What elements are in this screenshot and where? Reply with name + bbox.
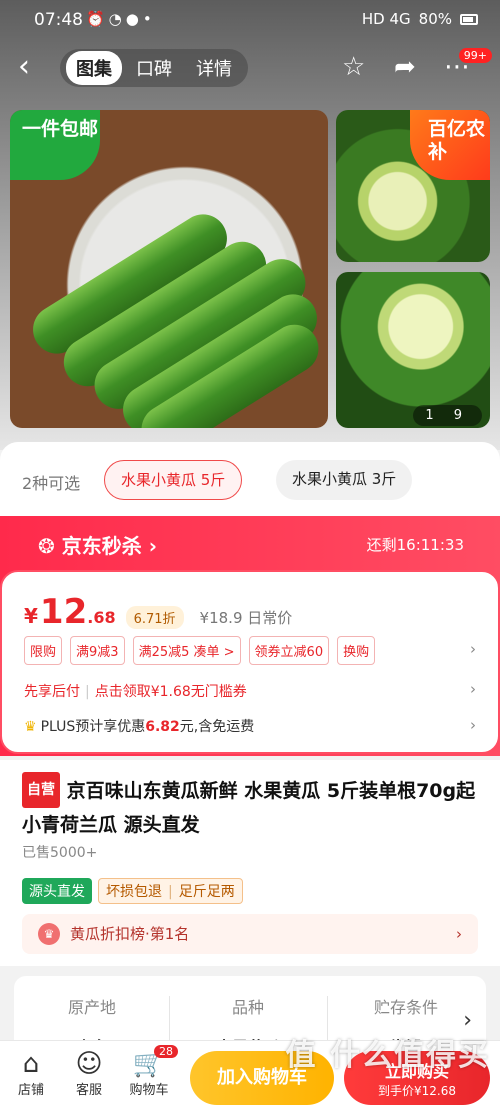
cart-count-badge: 28 bbox=[154, 1045, 178, 1058]
source-direct-tag: 源头直发 bbox=[22, 878, 92, 904]
product-title-text: 京百味山东黄瓜新鲜 水果黄瓜 5斤装单根70g起小青荷兰瓜 源头直发 bbox=[22, 780, 476, 836]
guarantee-text-2: 足斤足两 bbox=[178, 884, 235, 900]
service-label: 客服 bbox=[75, 1083, 102, 1098]
price-row: ¥ 12 .68 6.71折 ¥18.9 日常价 bbox=[24, 592, 292, 632]
service-tags: 源头直发 坏损包退 | 足斤足两 bbox=[22, 878, 243, 904]
shop-button[interactable]: ⌂ 店铺 bbox=[6, 1049, 56, 1098]
promo-tag[interactable]: 满9减3 bbox=[70, 636, 125, 665]
ranking-text: 黄瓜折扣榜·第1名 bbox=[70, 925, 190, 943]
back-arrow-icon[interactable]: ‹ bbox=[18, 52, 50, 84]
chevron-right-icon: › bbox=[456, 925, 462, 943]
shop-label: 店铺 bbox=[17, 1083, 44, 1098]
plus-suffix: 元,含免运费 bbox=[179, 719, 255, 735]
watermark: 值 什么值得买 bbox=[285, 1038, 490, 1073]
promo-tags[interactable]: 限购 满9减3 满25减5 凑单 > 领券立减60 换购 bbox=[24, 636, 376, 665]
sold-count: 已售5000+ bbox=[22, 845, 98, 861]
discount-badge: 6.71折 bbox=[125, 606, 184, 629]
plus-prefix: PLUS预计享优惠 bbox=[40, 719, 146, 735]
star-favorite-icon[interactable]: ☆ bbox=[342, 52, 365, 82]
coupon-claim-text: 点击领取¥1.68无门槛券 bbox=[94, 684, 247, 700]
tab-gallery[interactable]: 图集 bbox=[66, 51, 122, 85]
attr-key: 品种 bbox=[231, 998, 264, 1017]
chevron-right-icon[interactable]: › bbox=[470, 716, 476, 734]
status-time: 07:48 bbox=[34, 10, 83, 30]
plus-amount: 6.82 bbox=[145, 719, 180, 735]
buy-now-price: 到手价¥12.68 bbox=[378, 1084, 456, 1098]
guarantee-text-1: 坏损包退 bbox=[106, 884, 162, 900]
chevron-right-icon[interactable]: › bbox=[470, 640, 476, 658]
nav-tab-group: 图集 口碑 详情 bbox=[60, 49, 248, 87]
share-arrow-icon[interactable]: ➦ bbox=[394, 52, 416, 82]
variant-option-5jin[interactable]: 水果小黄瓜 5斤 bbox=[104, 460, 243, 500]
service-button[interactable]: ☺ 客服 bbox=[64, 1049, 114, 1098]
flash-logo-icon: ❂ bbox=[38, 534, 55, 558]
product-info: 自营 京百味山东黄瓜新鲜 水果黄瓜 5斤装单根70g起小青荷兰瓜 源头直发 已售… bbox=[0, 760, 500, 966]
variant-selector: 2种可选 水果小黄瓜 5斤 水果小黄瓜 3斤 bbox=[0, 442, 500, 518]
chevron-right-icon: › bbox=[148, 534, 157, 558]
shop-icon: ⌂ bbox=[22, 1049, 40, 1079]
free-shipping-tag: 一件包邮 bbox=[10, 110, 100, 180]
thumbnail-image-1[interactable]: 百亿农补 bbox=[336, 110, 490, 262]
network-indicator: HD 4G bbox=[361, 10, 411, 28]
ranking-banner[interactable]: ♛ 黄瓜折扣榜·第1名 › bbox=[22, 914, 478, 954]
tab-reviews[interactable]: 口碑 bbox=[126, 51, 182, 85]
battery-icon bbox=[460, 13, 478, 25]
message-badge: 99+ bbox=[458, 48, 492, 63]
flash-sale-title-text: 京东秒杀 bbox=[61, 534, 142, 558]
variant-count-label: 2种可选 bbox=[22, 474, 81, 493]
cart-button[interactable]: 🛒 28 购物车 bbox=[124, 1045, 178, 1098]
self-operated-badge: 自营 bbox=[22, 772, 60, 808]
divider bbox=[169, 996, 170, 1042]
main-product-image[interactable]: 一件包邮 bbox=[10, 110, 328, 428]
subsidy-tag: 百亿农补 bbox=[410, 110, 490, 180]
status-right: HD 4G 80% bbox=[362, 10, 478, 28]
guarantee-tag: 坏损包退 | 足斤足两 bbox=[98, 878, 243, 904]
tab-details[interactable]: 详情 bbox=[186, 51, 242, 85]
attr-key: 原产地 bbox=[67, 998, 116, 1017]
pay-later-label: 先享后付 bbox=[24, 684, 80, 700]
attr-key: 贮存条件 bbox=[373, 998, 438, 1017]
plus-row[interactable]: ♛ PLUS预计享优惠6.82元,含免运费 bbox=[24, 716, 254, 736]
medal-icon: ♛ bbox=[38, 923, 60, 945]
cart-label: 购物车 bbox=[129, 1083, 169, 1098]
crown-icon: ♛ bbox=[24, 719, 37, 735]
status-bar: 07:48 ⏰◔●• HD 4G 80% bbox=[0, 0, 500, 40]
price-decimal: .68 bbox=[87, 608, 116, 627]
image-counter: 1 9 bbox=[413, 405, 482, 426]
original-price: ¥18.9 日常价 bbox=[199, 609, 293, 627]
image-gallery[interactable]: 一件包邮 百亿农补 1 9 bbox=[10, 110, 490, 428]
price-card: ¥ 12 .68 6.71折 ¥18.9 日常价 限购 满9减3 满25减5 凑… bbox=[0, 570, 500, 754]
promo-tag[interactable]: 领券立减60 bbox=[248, 636, 330, 665]
promo-tag[interactable]: 换购 bbox=[337, 636, 376, 665]
product-title: 自营 京百味山东黄瓜新鲜 水果黄瓜 5斤装单根70g起小青荷兰瓜 源头直发 bbox=[22, 772, 482, 842]
thumbnail-image-2[interactable]: 1 9 bbox=[336, 272, 490, 428]
currency-symbol: ¥ bbox=[24, 604, 38, 628]
flash-sale-title[interactable]: ❂ 京东秒杀 › bbox=[38, 530, 157, 559]
chat-face-icon: ☺ bbox=[75, 1049, 103, 1079]
credit-row[interactable]: 先享后付 | 点击领取¥1.68无门槛券 bbox=[24, 681, 247, 701]
chevron-right-icon[interactable]: › bbox=[470, 680, 476, 698]
variant-option-3jin[interactable]: 水果小黄瓜 3斤 bbox=[276, 460, 413, 500]
top-nav: ‹ 图集 口碑 详情 ☆ ➦ ⋯ 99+ bbox=[0, 44, 500, 94]
countdown-timer: 还剩16:11:33 bbox=[366, 536, 464, 554]
promo-tag[interactable]: 限购 bbox=[24, 636, 63, 665]
promo-tag[interactable]: 满25减5 凑单 > bbox=[132, 636, 241, 665]
notification-icons: ⏰◔●• bbox=[86, 10, 156, 28]
battery-level: 80% bbox=[418, 10, 452, 28]
price-integer: 12 bbox=[39, 592, 88, 632]
